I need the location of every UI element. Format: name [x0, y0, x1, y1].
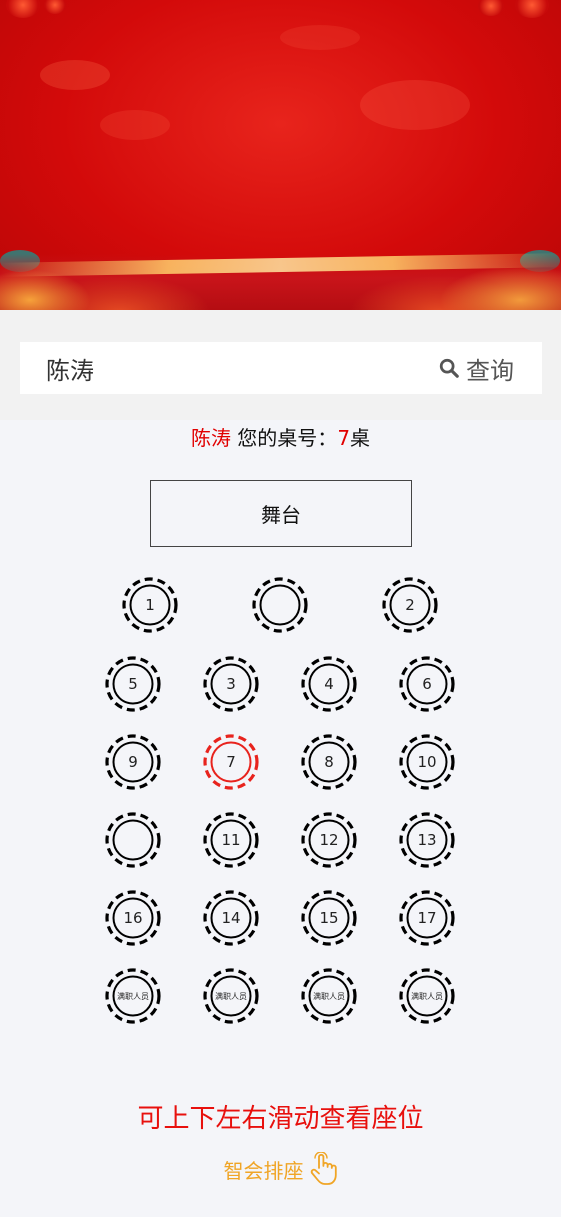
firework-decoration	[360, 80, 470, 130]
table-seat[interactable]	[250, 575, 310, 635]
table-seat[interactable]: 13	[397, 810, 457, 870]
table-number: 7	[226, 753, 236, 771]
table-seat[interactable]: 满职人员	[299, 966, 359, 1026]
table-seat[interactable]: 1	[120, 575, 180, 635]
hand-pointer-icon	[310, 1152, 337, 1185]
table-number: 满职人员	[117, 991, 149, 1001]
stage: 舞台	[150, 480, 412, 547]
table-number: 17	[417, 909, 437, 927]
table-number: 11	[221, 831, 241, 849]
table-ring-icon	[252, 577, 308, 633]
result-table-number: 7	[337, 426, 351, 450]
table-seat[interactable]: 11	[201, 810, 261, 870]
search-icon	[439, 358, 459, 378]
table-number: 12	[319, 831, 339, 849]
table-seat[interactable]: 满职人员	[201, 966, 261, 1026]
firework-decoration	[280, 25, 360, 50]
table-number: 2	[405, 596, 415, 614]
table-number: 4	[324, 675, 334, 693]
table-number: 8	[324, 753, 334, 771]
table-number: 满职人员	[215, 991, 247, 1001]
table-seat[interactable]: 10	[397, 732, 457, 792]
table-seat[interactable]: 4	[299, 654, 359, 714]
table-number: 6	[422, 675, 432, 693]
table-number: 14	[221, 909, 241, 927]
table-number: 3	[226, 675, 236, 693]
result-suffix: 桌	[350, 426, 371, 450]
table-seat[interactable]: 15	[299, 888, 359, 948]
table-seat[interactable]: 5	[103, 654, 163, 714]
table-seat[interactable]	[103, 810, 163, 870]
table-seat[interactable]: 7	[201, 732, 261, 792]
table-number: 满职人员	[313, 991, 345, 1001]
table-seat[interactable]: 满职人员	[103, 966, 163, 1026]
header-banner	[0, 0, 561, 310]
result-name: 陈涛	[190, 426, 231, 450]
table-number: 10	[417, 753, 437, 771]
table-result: 陈涛 您的桌号：7桌	[0, 422, 561, 451]
table-number: 15	[319, 909, 339, 927]
table-seat[interactable]: 16	[103, 888, 163, 948]
brand-label: 智会排座	[223, 1158, 304, 1183]
table-seat[interactable]: 9	[103, 732, 163, 792]
table-seat[interactable]: 14	[201, 888, 261, 948]
lantern-decoration	[6, 0, 40, 18]
brand: 智会排座	[0, 1152, 561, 1186]
firework-decoration	[100, 110, 170, 140]
search-bar: 查询	[20, 342, 542, 394]
table-number: 5	[128, 675, 138, 693]
search-section: 查询	[0, 310, 561, 420]
table-seat[interactable]: 17	[397, 888, 457, 948]
table-number: 9	[128, 753, 138, 771]
stage-label: 舞台	[261, 503, 301, 527]
table-seat[interactable]: 3	[201, 654, 261, 714]
result-text: 您的桌号：	[230, 426, 338, 450]
lantern-decoration	[478, 0, 504, 16]
table-number: 16	[123, 909, 143, 927]
lantern-decoration	[515, 0, 549, 18]
table-number: 13	[417, 831, 437, 849]
table-seat[interactable]: 满职人员	[397, 966, 457, 1026]
scroll-hint: 可上下左右滑动查看座位	[137, 1104, 424, 1134]
table-seat[interactable]: 12	[299, 810, 359, 870]
table-seat[interactable]: 6	[397, 654, 457, 714]
search-button-label: 查询	[466, 356, 514, 385]
firework-decoration	[40, 60, 110, 90]
table-seat[interactable]: 8	[299, 732, 359, 792]
table-number: 1	[145, 596, 155, 614]
table-ring-icon	[105, 812, 161, 868]
search-button[interactable]: 查询	[438, 350, 514, 386]
table-seat[interactable]: 2	[380, 575, 440, 635]
search-input[interactable]	[46, 350, 406, 386]
table-number: 满职人员	[411, 991, 443, 1001]
lantern-decoration	[44, 0, 66, 14]
